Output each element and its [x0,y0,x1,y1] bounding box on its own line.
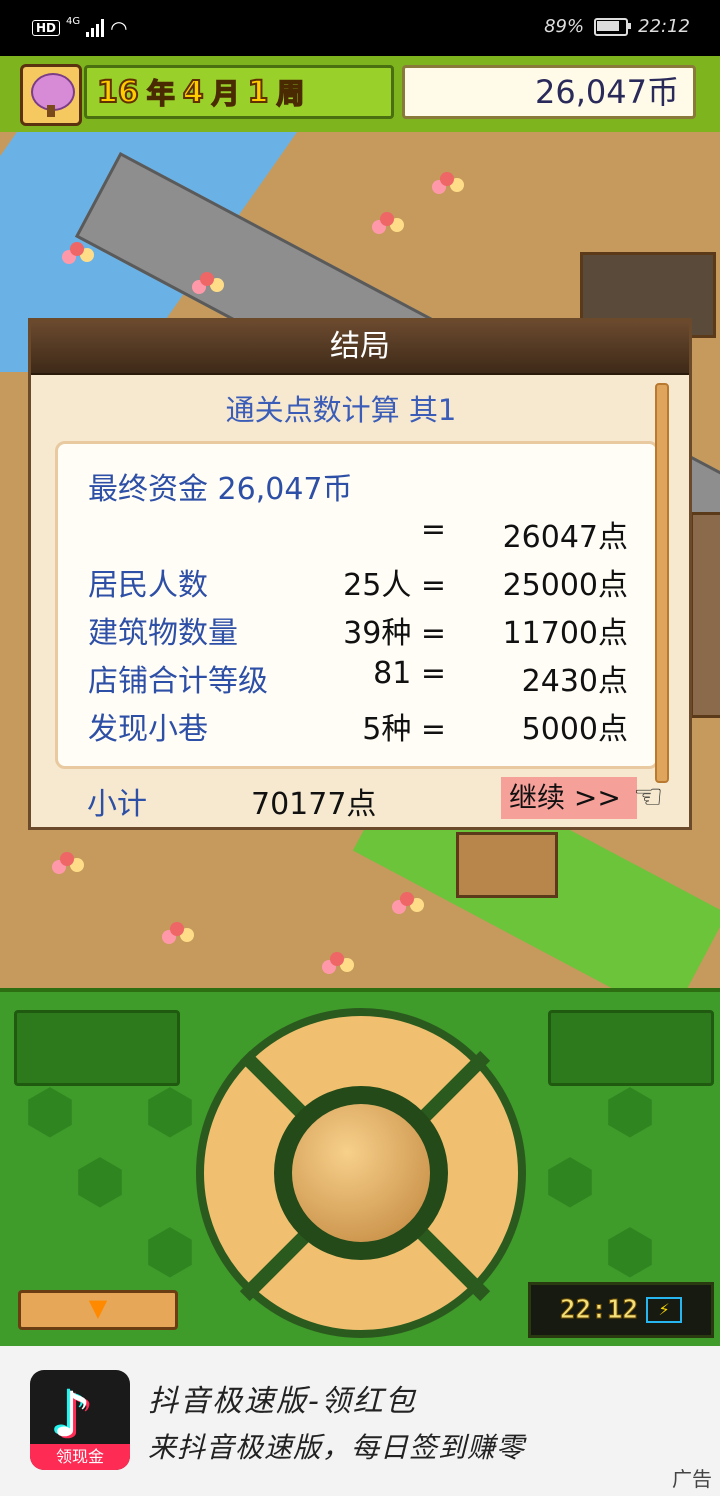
hexagon-pattern-icon: ⬢ [603,1077,657,1147]
row-qty: 25人 = [343,568,446,603]
subtotal-label: 小计 [87,787,147,822]
score-row: 发现小巷 5种 = 5000点 [88,704,628,748]
score-row: 店铺合计等级 81 = 2430点 [88,656,628,700]
cherry-tree-icon[interactable] [20,64,82,126]
battery-icon [594,17,632,36]
row-label: 居民人数 [88,568,208,603]
hd-badge: HD [32,20,61,36]
row-points: 2430点 [521,664,628,699]
hexagon-pattern-icon: ⬢ [143,1217,197,1287]
clock-time: 22:12 [559,1295,639,1326]
subtotal-value: 70177点 [251,787,377,822]
continue-button[interactable]: 继续 >> [501,777,637,819]
score-panel: 最终资金 26,047币 = 26047点 居民人数 25人 = 25000点 … [55,441,659,769]
week-unit: 周 [276,76,306,111]
row-qty: = [420,512,446,547]
score-row: 最终资金 26,047币 [88,464,628,508]
wifi-icon: ◠ [110,16,128,40]
row-label: 建筑物数量 [88,616,238,651]
row-qty: 39种 = [343,616,446,651]
controller-panel: ⬢ ⬢ ⬢ ⬢ ⬢ ⬢ ⬢ ▼ 22:12 ⚡ [0,988,720,1350]
row-points: 25000点 [502,568,628,603]
status-bar: HD 4G ◠ 89% 22:12 [0,0,720,56]
flower-patch [330,952,344,966]
hexagon-pattern-icon: ⬢ [73,1147,127,1217]
result-dialog: 结局 通关点数计算 其1 最终资金 26,047币 = 26047点 居民人数 … [28,318,692,830]
left-slot-button[interactable] [14,1010,180,1086]
game-top-bar: 16 年 4 月 1 周 26,047币 [0,56,720,135]
battery-charging-icon: ⚡ [646,1297,683,1323]
flower-patch [400,892,414,906]
ad-banner[interactable]: ♪ 领现金 抖音极速版-领红包 来抖音极速版，每日签到赚零 广告 [0,1346,720,1496]
flower-patch [70,242,84,256]
row-label: 发现小巷 [88,712,208,747]
week-number: 1 [247,74,270,111]
building-edge[interactable] [690,512,720,718]
pointing-hand-icon[interactable]: ☜ [633,777,663,817]
app-badge: 领现金 [30,1444,130,1470]
ad-title[interactable]: 抖音极速版-领红包 [148,1376,417,1420]
battery-percent: 89% [544,16,585,37]
game-clock: 22:12 ⚡ [528,1282,714,1338]
row-label: 店铺合计等级 [88,664,268,699]
hexagon-pattern-icon: ⬢ [23,1077,77,1147]
row-points: 11700点 [502,616,628,651]
flower-patch [200,272,214,286]
row-label: 最终资金 26,047币 [88,472,353,507]
flower-patch [170,922,184,936]
dialog-subtitle: 通关点数计算 其1 [225,393,457,427]
score-row: 居民人数 25人 = 25000点 [88,560,628,604]
thatched-house[interactable] [456,832,558,898]
row-qty: 81 = [373,656,446,691]
hexagon-pattern-icon: ⬢ [143,1077,197,1147]
flower-patch [380,212,394,226]
network-label: 4G [66,16,81,27]
status-time: 22:12 [638,16,690,37]
hexagon-pattern-icon: ⬢ [603,1217,657,1287]
music-note-icon: ♪ [52,1378,92,1451]
dpad-center-button[interactable] [292,1104,430,1242]
ad-description: 来抖音极速版，每日签到赚零 [148,1431,526,1464]
score-row: = 26047点 [88,512,628,556]
signal-icon [86,19,105,37]
right-slot-button[interactable] [548,1010,714,1086]
month-unit: 月 [211,76,241,111]
ad-tag[interactable]: 广告 [672,1463,712,1492]
menu-toggle-button[interactable]: ▼ [18,1290,178,1330]
flower-patch [60,852,74,866]
year-unit: 年 [146,76,176,111]
row-qty: 5种 = [362,712,446,747]
dpad-control[interactable] [196,1008,526,1338]
month-number: 4 [182,74,205,111]
dialog-scrollbar[interactable] [655,383,669,783]
money-display: 26,047币 [402,65,696,119]
tiktok-app-icon[interactable]: ♪ 领现金 [30,1370,130,1470]
score-row: 建筑物数量 39种 = 11700点 [88,608,628,652]
row-points: 5000点 [521,712,628,747]
dialog-title: 结局 [31,321,689,375]
year-number: 16 [96,74,140,111]
hexagon-pattern-icon: ⬢ [543,1147,597,1217]
row-points: 26047点 [502,520,628,555]
game-date: 16 年 4 月 1 周 [84,65,394,119]
flower-patch [440,172,454,186]
